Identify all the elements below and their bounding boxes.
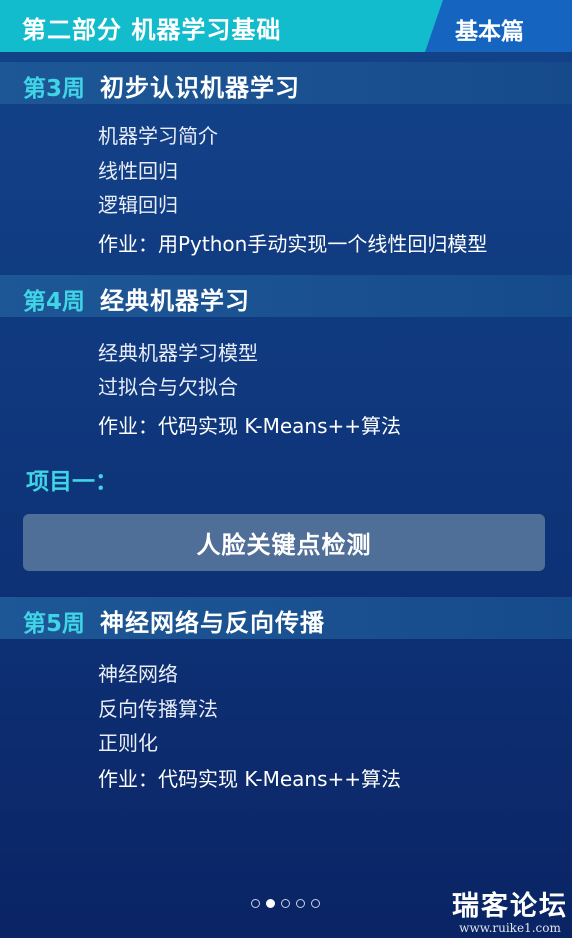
topic-item: 机器学习简介: [98, 124, 218, 148]
topic-item: 过拟合与欠拟合: [98, 375, 238, 399]
watermark-name: 瑞客论坛: [452, 891, 568, 922]
week-header-3: 第3周 初步认识机器学习: [0, 62, 572, 104]
topic-item: 神经网络: [98, 662, 178, 686]
week-header-5: 第5周 神经网络与反向传播: [0, 597, 572, 639]
week-number: 第5周: [23, 611, 86, 637]
homework-text: 作业：用Python手动实现一个线性回归模型: [98, 232, 488, 256]
pagination-dot[interactable]: [296, 899, 305, 908]
section-title: 第二部分 机器学习基础: [22, 16, 282, 44]
top-banner: 第二部分 机器学习基础 基本篇: [0, 0, 572, 52]
topic-item: 正则化: [98, 731, 158, 755]
watermark-url: www.ruike1.com: [459, 921, 561, 935]
project-card[interactable]: 人脸关键点检测: [23, 514, 545, 571]
pagination-dot[interactable]: [266, 899, 275, 908]
topic-item: 经典机器学习模型: [98, 341, 258, 365]
week-title: 经典机器学习: [100, 287, 250, 315]
week-header-4: 第4周 经典机器学习: [0, 275, 572, 317]
pagination-dots: [251, 899, 320, 911]
week-title: 神经网络与反向传播: [100, 609, 325, 637]
pagination-dot[interactable]: [311, 899, 320, 908]
project-title: 人脸关键点检测: [196, 531, 372, 559]
watermark: 瑞客论坛 www.ruike1.com: [448, 884, 572, 935]
week-number: 第3周: [23, 76, 86, 102]
project-label: 项目一：: [26, 469, 118, 495]
topic-item: 反向传播算法: [98, 697, 218, 721]
pagination-dot[interactable]: [281, 899, 290, 908]
homework-text: 作业：代码实现 K-Means++算法: [98, 767, 402, 791]
section-tag: 基本篇: [455, 19, 524, 45]
pagination-dot[interactable]: [251, 899, 260, 908]
week-title: 初步认识机器学习: [100, 74, 300, 102]
topic-item: 线性回归: [98, 159, 178, 183]
topic-item: 逻辑回归: [98, 193, 178, 217]
homework-text: 作业：代码实现 K-Means++算法: [98, 414, 402, 438]
week-number: 第4周: [23, 289, 86, 315]
